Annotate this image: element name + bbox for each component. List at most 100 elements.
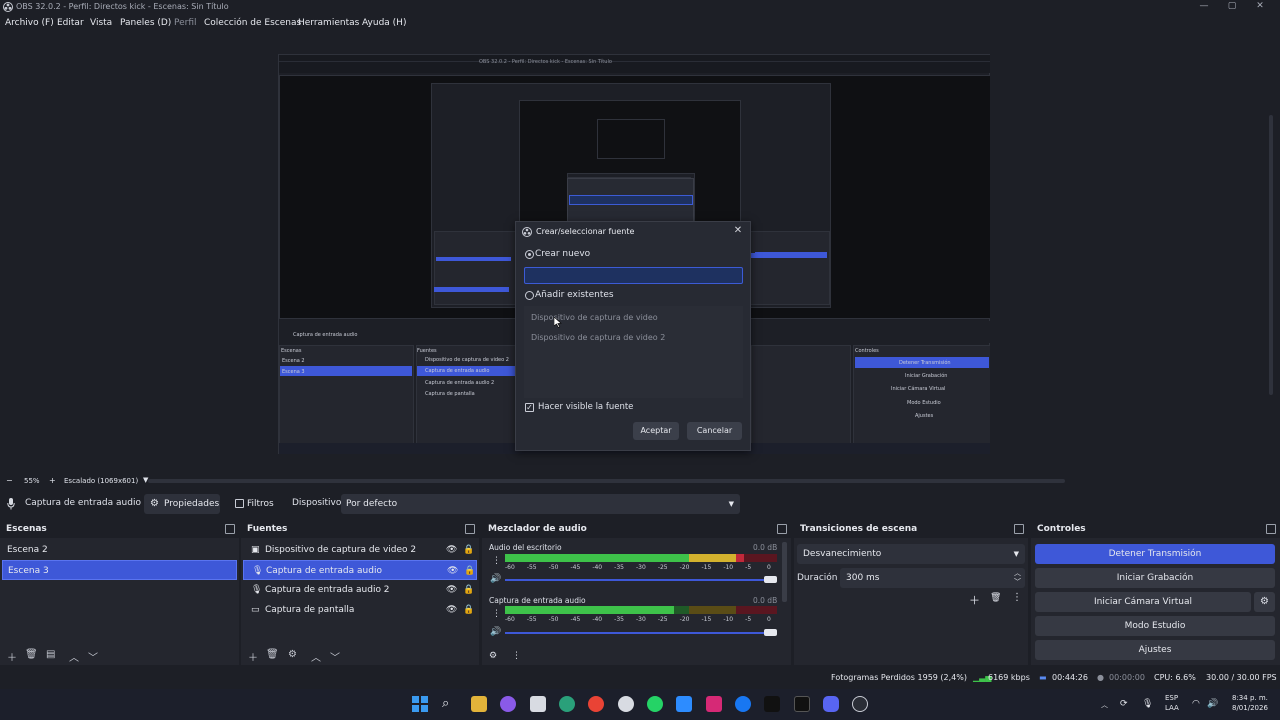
volume-slider-track[interactable] bbox=[505, 579, 775, 581]
trash-icon[interactable]: 🗑 bbox=[990, 593, 1001, 603]
menu-docks[interactable]: Paneles (D) bbox=[120, 18, 171, 28]
volume-icon[interactable]: 🔊 bbox=[1207, 699, 1218, 709]
add-icon[interactable]: ＋ bbox=[969, 592, 980, 608]
chatgpt-icon[interactable] bbox=[618, 696, 634, 712]
lock-icon[interactable]: 🔒 bbox=[463, 600, 474, 620]
move-up-icon[interactable]: ︿ bbox=[69, 649, 79, 664]
kebab-menu-icon[interactable]: ⋮ bbox=[512, 651, 521, 661]
source-item[interactable]: ▣ Dispositivo de captura de video 2 👁 🔒 bbox=[243, 540, 477, 560]
move-down-icon[interactable]: ﹀ bbox=[88, 649, 98, 664]
clock-time[interactable]: 8:34 p. m. bbox=[1232, 694, 1268, 702]
chevron-down-icon[interactable]: ﹀ bbox=[1014, 572, 1021, 592]
preview-vertical-scrollbar[interactable] bbox=[1269, 115, 1273, 395]
sync-icon[interactable]: ⟳ bbox=[1120, 699, 1128, 709]
volume-slider-track[interactable] bbox=[505, 632, 775, 634]
undock-icon[interactable] bbox=[777, 524, 787, 534]
zoom-icon[interactable] bbox=[676, 696, 692, 712]
cancel-button[interactable]: Cancelar bbox=[687, 422, 742, 440]
language-code[interactable]: ESP bbox=[1165, 694, 1178, 702]
undock-icon[interactable] bbox=[225, 524, 235, 534]
start-recording-button[interactable]: Iniciar Grabación bbox=[1035, 568, 1275, 588]
kebab-menu-icon[interactable]: ⋮ bbox=[492, 609, 501, 619]
lock-icon[interactable]: 🔒 bbox=[464, 561, 475, 581]
gear-icon[interactable]: ⚙ bbox=[489, 651, 497, 661]
duration-spinbox[interactable]: 300 ms ︿ ﹀ bbox=[840, 568, 1025, 588]
move-down-icon[interactable]: ﹀ bbox=[330, 649, 340, 664]
filters-button[interactable]: Filtros bbox=[229, 494, 279, 514]
discord-icon[interactable] bbox=[823, 696, 839, 712]
instagram-icon[interactable] bbox=[706, 696, 722, 712]
chrome-icon[interactable] bbox=[588, 696, 604, 712]
volume-icon[interactable]: 🔊 bbox=[490, 627, 501, 637]
gear-icon[interactable]: ⚙ bbox=[288, 649, 297, 661]
device-select[interactable]: Por defecto ▼ bbox=[341, 494, 740, 514]
transition-select[interactable]: Desvanecimiento ▼ bbox=[797, 544, 1025, 564]
keyboard-layout[interactable]: LAA bbox=[1165, 704, 1179, 712]
close-window-button[interactable]: ✕ bbox=[1250, 1, 1270, 14]
eye-icon[interactable]: 👁 bbox=[446, 540, 457, 560]
menu-tools[interactable]: Herramientas bbox=[298, 18, 359, 28]
virtual-camera-button[interactable]: Iniciar Cámara Virtual bbox=[1035, 592, 1251, 612]
chevron-up-icon[interactable]: ︿ bbox=[1101, 700, 1108, 710]
list-item[interactable]: Dispositivo de captura de video 2 bbox=[531, 333, 665, 342]
list-item[interactable]: Dispositivo de captura de video bbox=[531, 313, 658, 322]
obs-taskbar-icon[interactable] bbox=[852, 696, 868, 712]
source-name-input[interactable] bbox=[524, 267, 743, 284]
undock-icon[interactable] bbox=[1014, 524, 1024, 534]
lock-icon[interactable]: 🔒 bbox=[463, 540, 474, 560]
accept-button[interactable]: Aceptar bbox=[633, 422, 679, 440]
kebab-menu-icon[interactable]: ⋮ bbox=[1012, 592, 1022, 603]
menu-help[interactable]: Ayuda (H) bbox=[362, 18, 406, 28]
add-icon[interactable]: ＋ bbox=[7, 649, 17, 664]
scene-item[interactable]: Escena 2 bbox=[2, 540, 237, 560]
minimize-button[interactable]: — bbox=[1194, 1, 1214, 14]
preview-horizontal-scrollbar[interactable] bbox=[148, 479, 1065, 483]
menu-profile[interactable]: Perfil bbox=[174, 18, 197, 28]
properties-button[interactable]: ⚙ Propiedades bbox=[144, 494, 220, 514]
lock-icon[interactable]: 🔒 bbox=[463, 580, 474, 600]
eye-icon[interactable]: 👁 bbox=[446, 600, 457, 620]
menu-edit[interactable]: Editar bbox=[57, 18, 84, 28]
eye-icon[interactable]: 👁 bbox=[446, 580, 457, 600]
volume-slider-handle[interactable] bbox=[764, 576, 777, 583]
undock-icon[interactable] bbox=[465, 524, 475, 534]
volume-icon[interactable]: 🔊 bbox=[490, 574, 501, 584]
move-up-icon[interactable]: ︿ bbox=[311, 649, 321, 664]
zoom-out-button[interactable]: − bbox=[6, 476, 13, 485]
maximize-button[interactable]: ▢ bbox=[1222, 1, 1242, 14]
windows-start-icon[interactable] bbox=[412, 696, 428, 712]
microphone-icon[interactable]: 🎙 bbox=[1142, 699, 1153, 709]
wifi-icon[interactable]: ◠ bbox=[1192, 699, 1200, 709]
mixer-scrollbar[interactable] bbox=[782, 542, 787, 602]
add-icon[interactable]: ＋ bbox=[248, 649, 258, 664]
store-icon[interactable] bbox=[530, 696, 546, 712]
copilot-icon[interactable] bbox=[500, 696, 516, 712]
menu-view[interactable]: Vista bbox=[90, 18, 112, 28]
create-new-radio[interactable] bbox=[525, 250, 534, 259]
gear-icon[interactable]: ⚙ bbox=[1254, 592, 1275, 612]
scene-item[interactable]: Escena 3 bbox=[2, 560, 237, 580]
add-existing-radio[interactable] bbox=[525, 291, 534, 300]
source-item[interactable]: 🎙 Captura de entrada audio 2 👁 🔒 bbox=[243, 580, 477, 600]
stop-streaming-button[interactable]: Detener Transmisión bbox=[1035, 544, 1275, 564]
tiktok-icon[interactable] bbox=[764, 696, 780, 712]
volume-slider-handle[interactable] bbox=[764, 629, 777, 636]
search-icon[interactable]: ⌕ bbox=[442, 696, 458, 712]
facebook-icon[interactable] bbox=[735, 696, 751, 712]
file-explorer-icon[interactable] bbox=[471, 696, 487, 712]
trash-icon[interactable]: 🗑 bbox=[25, 649, 38, 661]
zoom-in-button[interactable]: + bbox=[49, 476, 56, 485]
close-icon[interactable]: ✕ bbox=[732, 225, 744, 237]
studio-mode-button[interactable]: Modo Estudio bbox=[1035, 616, 1275, 636]
menu-file[interactable]: Archivo (F) bbox=[5, 18, 54, 28]
make-visible-checkbox[interactable]: ✓ bbox=[525, 403, 534, 412]
eye-icon[interactable]: 👁 bbox=[447, 561, 458, 581]
source-item[interactable]: ▭ Captura de pantalla 👁 🔒 bbox=[243, 600, 477, 620]
trash-icon[interactable]: 🗑 bbox=[266, 649, 279, 661]
menu-scene-collection[interactable]: Colección de Escenas bbox=[204, 18, 301, 28]
settings-button[interactable]: Ajustes bbox=[1035, 640, 1275, 660]
kebab-menu-icon[interactable]: ⋮ bbox=[492, 556, 501, 566]
whatsapp-icon[interactable] bbox=[647, 696, 663, 712]
source-item[interactable]: 🎙 Captura de entrada audio 👁 🔒 bbox=[243, 560, 477, 580]
edge-icon[interactable] bbox=[559, 696, 575, 712]
